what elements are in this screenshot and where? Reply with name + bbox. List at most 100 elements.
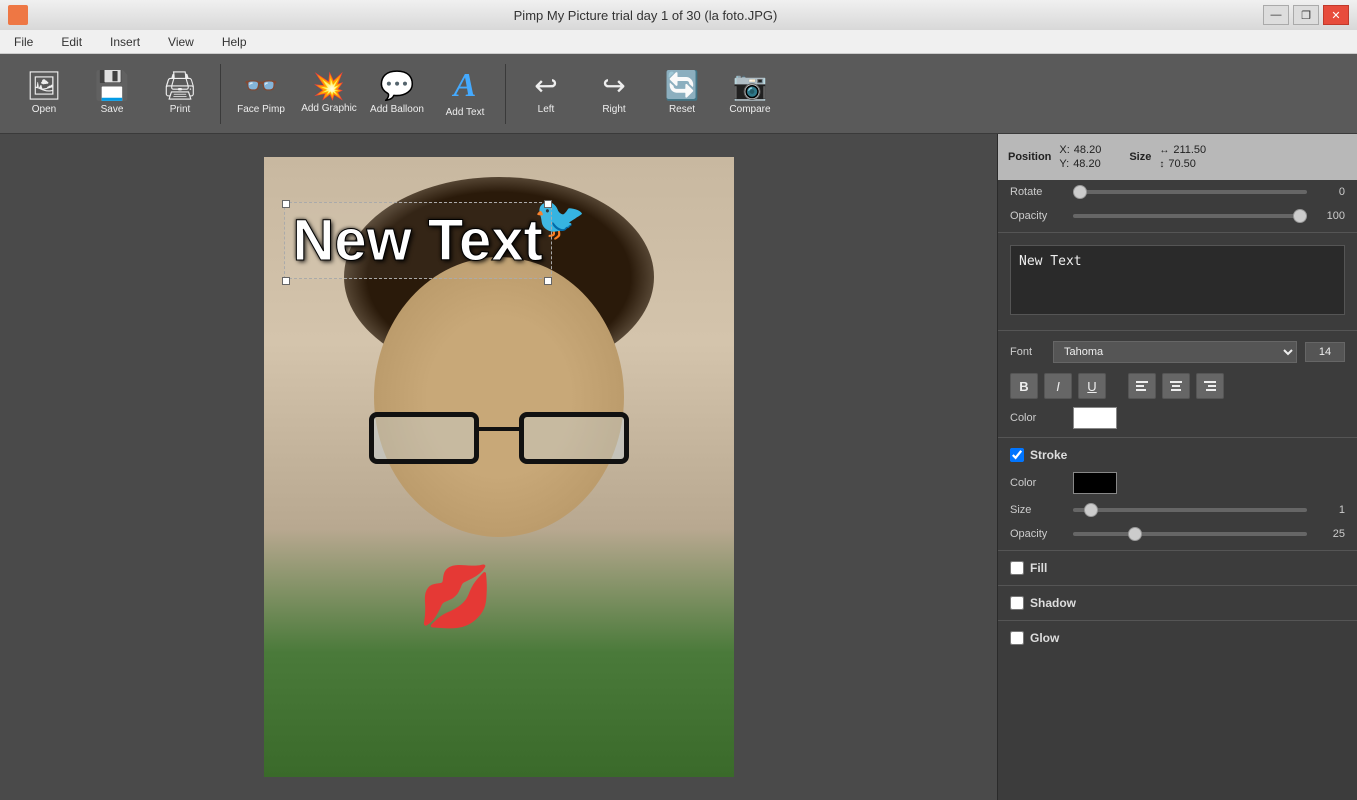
handle-br[interactable]	[544, 277, 552, 285]
divider-2	[998, 330, 1357, 331]
canvas-text-overlay[interactable]: New Text	[284, 202, 552, 279]
width-coord: ↔ 211.50	[1159, 144, 1206, 156]
add-graphic-button[interactable]: 💥 Add Graphic	[297, 59, 361, 129]
right-button[interactable]: ↪ Right	[582, 59, 646, 129]
save-button[interactable]: 💾 Save	[80, 59, 144, 129]
left-button[interactable]: ↩ Left	[514, 59, 578, 129]
menu-file[interactable]: File	[8, 33, 39, 51]
stroke-size-slider-container	[1073, 508, 1307, 512]
stroke-checkbox[interactable]	[1010, 448, 1024, 462]
width-value: 211.50	[1173, 144, 1206, 156]
close-button[interactable]: ✕	[1323, 5, 1349, 25]
right-icon: ↪	[602, 72, 625, 100]
print-label: Print	[170, 104, 191, 115]
rotate-slider[interactable]	[1073, 190, 1307, 194]
face	[374, 257, 624, 537]
x-label: X:	[1059, 144, 1069, 156]
shadow-label: Shadow	[1030, 596, 1076, 610]
compare-button[interactable]: 📷 Compare	[718, 59, 782, 129]
glasses	[359, 407, 639, 477]
divider-1	[998, 232, 1357, 233]
menu-edit[interactable]: Edit	[55, 33, 88, 51]
toolbar-separator-2	[505, 64, 506, 124]
size-label: Size	[1129, 151, 1151, 163]
divider-4	[998, 550, 1357, 551]
align-center-button[interactable]	[1162, 373, 1190, 399]
divider-5	[998, 585, 1357, 586]
fill-label: Fill	[1030, 561, 1047, 575]
reset-button[interactable]: 🔄 Reset	[650, 59, 714, 129]
rotate-row: Rotate 0	[998, 180, 1357, 204]
print-button[interactable]: 🖨 Print	[148, 59, 212, 129]
face-pimp-label: Face Pimp	[237, 104, 285, 115]
canvas-image[interactable]: 💋 🐦 New Text	[264, 157, 734, 777]
height-value: 70.50	[1168, 158, 1196, 170]
opacity-slider[interactable]	[1073, 214, 1307, 218]
minimize-button[interactable]: —	[1263, 5, 1289, 25]
width-icon: ↔	[1159, 145, 1169, 156]
stroke-size-row: Size 1	[998, 498, 1357, 522]
glow-checkbox[interactable]	[1010, 631, 1024, 645]
reset-label: Reset	[669, 104, 695, 115]
underline-button[interactable]: U	[1078, 373, 1106, 399]
italic-button[interactable]: I	[1044, 373, 1072, 399]
handle-bl[interactable]	[282, 277, 290, 285]
xy-group: X: 48.20 Y: 48.20	[1059, 144, 1101, 170]
window-title: Pimp My Picture trial day 1 of 30 (la fo…	[28, 8, 1263, 23]
open-button[interactable]: 🖼 Open	[12, 59, 76, 129]
menu-help[interactable]: Help	[216, 33, 253, 51]
fill-checkbox[interactable]	[1010, 561, 1024, 575]
bold-button[interactable]: B	[1010, 373, 1038, 399]
stroke-size-label: Size	[1010, 504, 1065, 516]
handle-tr[interactable]	[544, 200, 552, 208]
left-label: Left	[538, 104, 555, 115]
color-label: Color	[1010, 412, 1065, 424]
height-coord: ↕ 70.50	[1159, 158, 1206, 170]
position-bar: Position X: 48.20 Y: 48.20 Size ↔ 211.50…	[998, 134, 1357, 180]
toolbar-separator-1	[220, 64, 221, 124]
align-left-button[interactable]	[1128, 373, 1156, 399]
add-graphic-icon: 💥	[313, 73, 345, 99]
align-right-button[interactable]	[1196, 373, 1224, 399]
format-buttons-row: B I U	[998, 369, 1357, 403]
open-icon: 🖼	[26, 72, 62, 100]
stroke-color-row: Color	[998, 468, 1357, 498]
rotate-slider-container	[1073, 190, 1307, 194]
lips-sticker[interactable]: 💋	[419, 561, 494, 632]
app-logo	[8, 5, 28, 25]
add-text-button[interactable]: A Add Text	[433, 59, 497, 129]
opacity-row: Opacity 100	[998, 204, 1357, 228]
font-size-input[interactable]	[1305, 342, 1345, 362]
left-icon: ↩	[534, 72, 557, 100]
open-label: Open	[32, 104, 56, 115]
position-label: Position	[1008, 151, 1051, 163]
handle-tl[interactable]	[282, 200, 290, 208]
menu-insert[interactable]: Insert	[104, 33, 146, 51]
compare-icon: 📷	[733, 72, 768, 100]
size-group: ↔ 211.50 ↕ 70.50	[1159, 144, 1206, 170]
stroke-color-swatch[interactable]	[1073, 472, 1117, 494]
stroke-color-label: Color	[1010, 477, 1065, 489]
font-select[interactable]: Tahoma Arial Times New Roman Verdana	[1053, 341, 1297, 363]
text-content-input[interactable]: New Text	[1010, 245, 1345, 315]
stroke-opacity-label: Opacity	[1010, 528, 1065, 540]
add-graphic-label: Add Graphic	[301, 103, 357, 114]
stroke-opacity-row: Opacity 25	[998, 522, 1357, 546]
stroke-size-slider[interactable]	[1073, 508, 1307, 512]
y-value: 48.20	[1073, 158, 1101, 170]
glow-label: Glow	[1030, 631, 1059, 645]
font-row: Font Tahoma Arial Times New Roman Verdan…	[998, 335, 1357, 369]
compare-label: Compare	[729, 104, 770, 115]
stroke-opacity-slider[interactable]	[1073, 532, 1307, 536]
restore-button[interactable]: ❐	[1293, 5, 1319, 25]
y-coord: Y: 48.20	[1059, 158, 1101, 170]
menu-view[interactable]: View	[162, 33, 200, 51]
shadow-checkbox[interactable]	[1010, 596, 1024, 610]
y-label: Y:	[1059, 158, 1069, 170]
stroke-size-value: 1	[1315, 504, 1345, 516]
save-label: Save	[101, 104, 124, 115]
add-balloon-button[interactable]: 💬 Add Balloon	[365, 59, 429, 129]
face-pimp-button[interactable]: 👓 Face Pimp	[229, 59, 293, 129]
text-color-swatch[interactable]	[1073, 407, 1117, 429]
add-balloon-label: Add Balloon	[370, 104, 424, 115]
